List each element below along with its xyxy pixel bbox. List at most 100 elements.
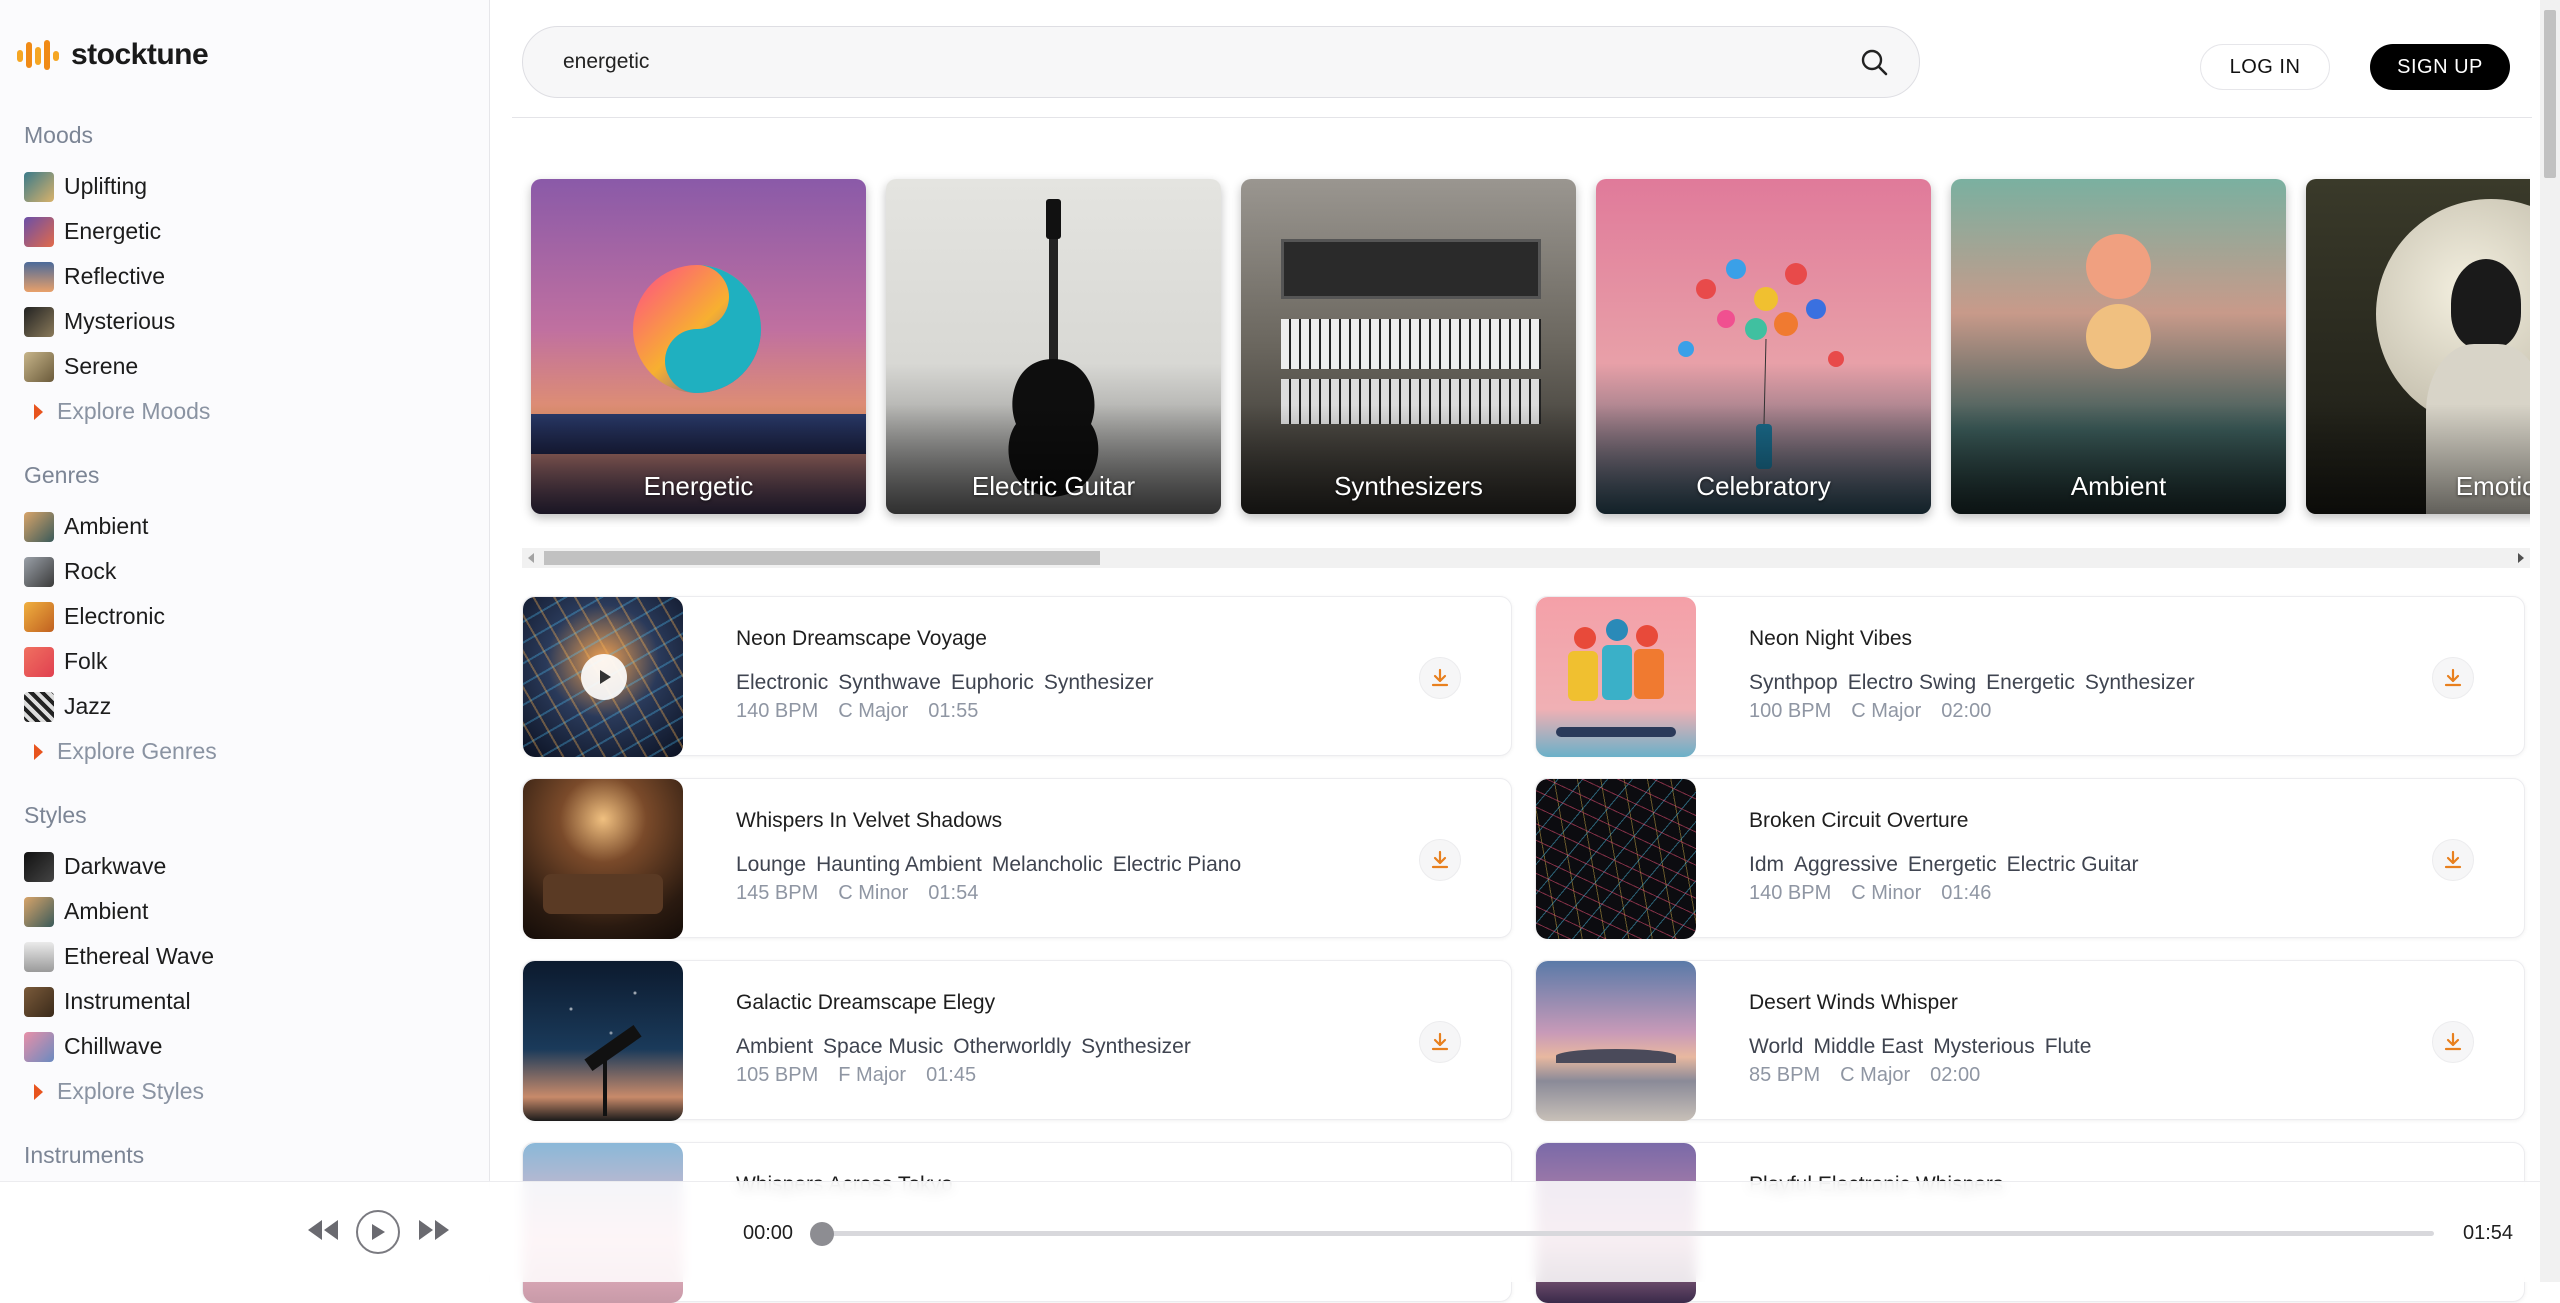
tag[interactable]: Electric Guitar	[2007, 853, 2139, 877]
sidebar-item-instrumental[interactable]: Instrumental	[24, 979, 474, 1024]
sidebar-item-ambient[interactable]: Ambient	[24, 504, 474, 549]
tag[interactable]: Mysterious	[1933, 1035, 2035, 1059]
category-card-synthesizers[interactable]: Synthesizers	[1241, 179, 1576, 514]
tag[interactable]: Energetic	[1986, 671, 2075, 695]
tag[interactable]: Electronic	[736, 671, 828, 695]
sidebar-item-rock[interactable]: Rock	[24, 549, 474, 594]
track-title[interactable]: Whispers In Velvet Shadows	[736, 809, 1002, 833]
track-title[interactable]: Neon Dreamscape Voyage	[736, 627, 987, 651]
sidebar-item-ambient-style[interactable]: Ambient	[24, 889, 474, 934]
moods-heading: Moods	[24, 122, 94, 148]
explore-moods-link[interactable]: Explore Moods	[24, 389, 474, 434]
download-button[interactable]	[1419, 1021, 1461, 1063]
sidebar-item-jazz[interactable]: Jazz	[24, 684, 474, 729]
sidebar-item-chillwave[interactable]: Chillwave	[24, 1024, 474, 1069]
category-label: Electric Guitar	[971, 471, 1136, 501]
tag[interactable]: Synthwave	[838, 671, 941, 695]
scroll-left-icon[interactable]	[528, 553, 534, 563]
track-artwork[interactable]	[1536, 961, 1696, 1121]
tag[interactable]: Middle East	[1813, 1035, 1923, 1059]
sidebar-item-folk[interactable]: Folk	[24, 639, 474, 684]
track-duration: 01:45	[926, 1064, 977, 1086]
scroll-right-icon[interactable]	[2518, 553, 2524, 563]
tag[interactable]: Otherworldly	[953, 1035, 1071, 1059]
tag[interactable]: Space Music	[823, 1035, 943, 1059]
category-card-ambient[interactable]: Ambient	[1951, 179, 2286, 514]
fast-forward-icon[interactable]	[416, 1212, 452, 1248]
page-scrollbar[interactable]	[2540, 0, 2560, 1282]
track-bpm: 100 BPM	[1749, 700, 1832, 722]
tag[interactable]: Euphoric	[951, 671, 1034, 695]
scrollbar-thumb[interactable]	[544, 551, 1100, 565]
track-artwork[interactable]	[523, 961, 683, 1121]
download-button[interactable]	[2432, 657, 2474, 699]
track-card[interactable]: Neon Dreamscape Voyage Electronic Synthw…	[522, 596, 1512, 757]
track-card[interactable]: Desert Winds Whisper World Middle East M…	[1535, 960, 2525, 1121]
tag[interactable]: Idm	[1749, 853, 1784, 877]
signup-button[interactable]: SIGN UP	[2370, 44, 2510, 90]
sidebar-item-mysterious[interactable]: Mysterious	[24, 299, 474, 344]
track-title[interactable]: Broken Circuit Overture	[1749, 809, 1968, 833]
sidebar-item-uplifting[interactable]: Uplifting	[24, 164, 474, 209]
tag[interactable]: Synthesizer	[1044, 671, 1154, 695]
track-title[interactable]: Neon Night Vibes	[1749, 627, 1912, 651]
download-button[interactable]	[1419, 839, 1461, 881]
tag[interactable]: Synthesizer	[1081, 1035, 1191, 1059]
instrumental-thumbnail	[24, 986, 54, 1017]
track-title[interactable]: Galactic Dreamscape Elegy	[736, 991, 995, 1015]
download-button[interactable]	[1419, 657, 1461, 699]
track-card[interactable]: Whispers In Velvet Shadows Lounge Haunti…	[522, 778, 1512, 939]
tag[interactable]: Lounge	[736, 853, 806, 877]
sidebar-item-electronic[interactable]: Electronic	[24, 594, 474, 639]
tag[interactable]: Haunting Ambient	[816, 853, 982, 877]
tag[interactable]: Aggressive	[1794, 853, 1898, 877]
scrollbar-thumb[interactable]	[2544, 10, 2556, 178]
play-button[interactable]	[356, 1210, 400, 1254]
tag[interactable]: Electric Piano	[1113, 853, 1241, 877]
sidebar-item-ethereal-wave[interactable]: Ethereal Wave	[24, 934, 474, 979]
explore-genres-link[interactable]: Explore Genres	[24, 729, 474, 774]
tag[interactable]: Electro Swing	[1848, 671, 1976, 695]
login-button[interactable]: LOG IN	[2200, 44, 2330, 90]
download-button[interactable]	[2432, 839, 2474, 881]
styles-section: Styles Darkwave Ambient Ethereal Wave In…	[24, 802, 474, 1114]
tag[interactable]: Flute	[2045, 1035, 2092, 1059]
download-button[interactable]	[2432, 1021, 2474, 1063]
track-card[interactable]: Broken Circuit Overture Idm Aggressive E…	[1535, 778, 2525, 939]
track-artwork[interactable]	[523, 597, 683, 757]
tag[interactable]: Melancholic	[992, 853, 1103, 877]
track-card[interactable]: Neon Night Vibes Synthpop Electro Swing …	[1535, 596, 2525, 757]
category-card-energetic[interactable]: Energetic	[531, 179, 866, 514]
sidebar-item-darkwave[interactable]: Darkwave	[24, 844, 474, 889]
category-card-electric-guitar[interactable]: Electric Guitar	[886, 179, 1221, 514]
search-icon[interactable]	[1859, 47, 1889, 77]
tag[interactable]: World	[1749, 1035, 1803, 1059]
progress-bar[interactable]	[822, 1231, 2434, 1236]
tag[interactable]: Ambient	[736, 1035, 813, 1059]
track-bpm: 145 BPM	[736, 882, 819, 904]
tag[interactable]: Synthpop	[1749, 671, 1838, 695]
rewind-icon[interactable]	[305, 1212, 341, 1248]
track-artwork[interactable]	[523, 779, 683, 939]
track-artwork[interactable]	[1536, 779, 1696, 939]
logo[interactable]: stocktune	[15, 38, 209, 72]
sidebar-item-serene[interactable]: Serene	[24, 344, 474, 389]
progress-knob[interactable]	[810, 1222, 834, 1246]
category-card-emotional[interactable]: Emotional	[2306, 179, 2530, 514]
explore-styles-link[interactable]: Explore Styles	[24, 1069, 474, 1114]
track-title[interactable]: Desert Winds Whisper	[1749, 991, 1958, 1015]
track-card[interactable]: Galactic Dreamscape Elegy Ambient Space …	[522, 960, 1512, 1121]
tag[interactable]: Synthesizer	[2085, 671, 2195, 695]
sidebar-item-energetic[interactable]: Energetic	[24, 209, 474, 254]
carousel-scrollbar[interactable]	[522, 548, 2530, 568]
tag[interactable]: Energetic	[1908, 853, 1997, 877]
track-artwork[interactable]	[1536, 597, 1696, 757]
track-tags: Synthpop Electro Swing Energetic Synthes…	[1749, 671, 2195, 695]
explore-styles-label: Explore Styles	[57, 1078, 205, 1104]
darkwave-thumbnail	[24, 851, 54, 882]
play-icon[interactable]	[581, 654, 627, 700]
search-input[interactable]	[561, 49, 1859, 75]
category-card-celebratory[interactable]: Celebratory	[1596, 179, 1931, 514]
instruments-section: Instruments	[24, 1142, 474, 1184]
sidebar-item-reflective[interactable]: Reflective	[24, 254, 474, 299]
